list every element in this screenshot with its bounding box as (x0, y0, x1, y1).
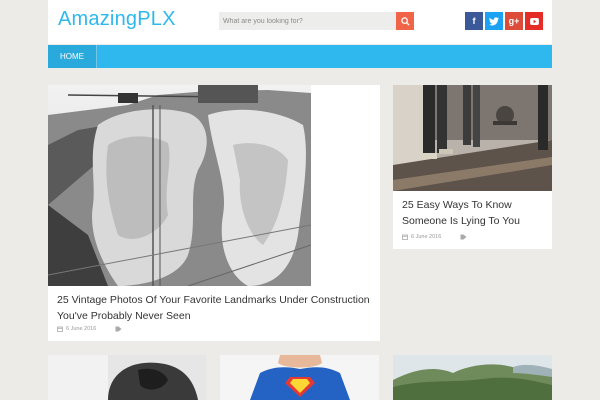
search-button[interactable] (396, 12, 414, 30)
post-thumbnail-mount-rushmore[interactable] (48, 85, 311, 286)
calendar-icon (57, 326, 63, 332)
youtube-icon (529, 17, 539, 25)
social-links: f g+ (465, 12, 543, 30)
post-date: 6 June 2016 (411, 234, 442, 240)
main-nav: HOME (48, 45, 552, 68)
nav-home[interactable]: HOME (48, 45, 97, 68)
post-title[interactable]: 25 Vintage Photos Of Your Favorite Landm… (57, 292, 377, 324)
facebook-icon: f (472, 16, 476, 26)
search-icon (400, 16, 410, 26)
search-input[interactable] (219, 12, 396, 30)
post-thumbnail-landscape[interactable] (393, 355, 552, 400)
search-box (219, 12, 414, 30)
site-logo[interactable]: AmazingPLX (58, 8, 176, 31)
google-plus-icon: g+ (508, 16, 520, 26)
post-title[interactable]: 25 Easy Ways To Know Someone Is Lying To… (402, 197, 552, 229)
post-meta: 6 June 2016 (57, 326, 122, 332)
tag-icon (460, 234, 467, 240)
twitter-button[interactable] (485, 12, 503, 30)
post-card[interactable] (48, 355, 206, 400)
post-date: 6 June 2016 (66, 326, 97, 332)
tag-icon (115, 326, 122, 332)
post-card[interactable] (220, 355, 379, 400)
facebook-button[interactable]: f (465, 12, 483, 30)
post-thumbnail-superman-shirt[interactable] (220, 355, 379, 400)
site-header: AmazingPLX f g+ (48, 0, 552, 44)
featured-post-card[interactable]: 25 Vintage Photos Of Your Favorite Landm… (48, 85, 380, 341)
post-card[interactable] (393, 355, 552, 400)
calendar-icon (402, 234, 408, 240)
twitter-icon (489, 16, 499, 25)
youtube-button[interactable] (525, 12, 543, 30)
google-plus-button[interactable]: g+ (505, 12, 523, 30)
post-thumbnail-people-walking[interactable] (393, 85, 552, 191)
post-thumbnail-boxer[interactable] (48, 355, 206, 400)
post-card[interactable]: 25 Easy Ways To Know Someone Is Lying To… (393, 85, 552, 249)
post-meta: 6 June 2016 (402, 234, 467, 240)
